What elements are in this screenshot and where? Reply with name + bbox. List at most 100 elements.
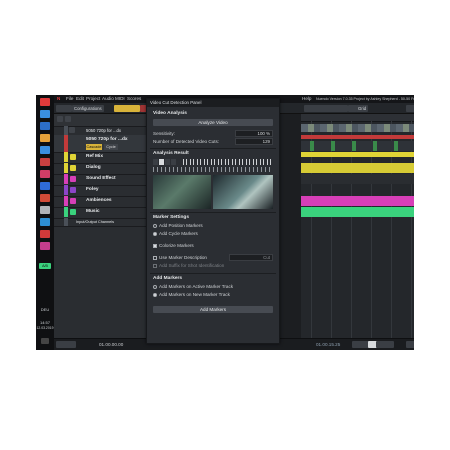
divider — [150, 212, 276, 213]
ab-toggle-icon[interactable] — [64, 341, 76, 348]
colorize-markers-checkbox[interactable] — [153, 244, 157, 248]
app-icon-gray[interactable] — [40, 206, 50, 214]
clock-time: 14:57 — [39, 320, 50, 325]
marker-description-field[interactable]: Cut — [229, 254, 273, 261]
menu-file[interactable]: File — [66, 96, 73, 101]
track-filter-icon[interactable] — [65, 116, 71, 122]
track-color-strip — [64, 196, 68, 206]
app-icon-red[interactable] — [40, 158, 50, 166]
sensitivity-label: Sensitivity: — [153, 131, 175, 136]
suffix-label: Add Suffix for Shot Identification — [159, 263, 225, 268]
add-markers-button[interactable]: Add Markers — [153, 306, 273, 313]
new-marker-track-radio[interactable] — [153, 293, 157, 297]
windows-start-icon[interactable] — [40, 98, 50, 106]
video-thumbnail-lane[interactable] — [301, 124, 414, 132]
cascade-button[interactable]: Cascade — [86, 144, 102, 150]
time-display-right: 01.00.15.25 — [316, 342, 341, 347]
position-markers-label: Add Position Markers — [159, 223, 203, 228]
menu-project[interactable]: Project — [86, 96, 100, 101]
right-zone-toggle-icon[interactable] — [406, 341, 414, 348]
cut-overview-strip[interactable] — [153, 167, 273, 172]
grid-dropdown[interactable]: Grid — [356, 105, 369, 112]
track-mute-button[interactable] — [69, 127, 75, 133]
ref-mix-event[interactable] — [301, 152, 414, 157]
track-name: Music — [86, 209, 100, 214]
folder-icon[interactable] — [70, 187, 76, 193]
menu-scores[interactable]: Scores — [127, 96, 141, 101]
store-icon[interactable] — [40, 146, 50, 154]
automation-mode-button[interactable] — [114, 105, 140, 112]
menu-edit[interactable]: Edit — [76, 96, 84, 101]
menu-midi[interactable]: MIDI — [115, 96, 125, 101]
marker-description-checkbox[interactable] — [153, 256, 157, 260]
app-icon-magenta[interactable] — [40, 242, 50, 250]
timeline-ruler[interactable] — [301, 114, 414, 122]
configurations-dropdown[interactable]: Configurations — [72, 105, 104, 112]
edge-icon[interactable] — [40, 122, 50, 130]
track-name: 5050 720p for ...dx — [86, 137, 128, 142]
add-track-icon[interactable] — [57, 116, 63, 122]
record-icon[interactable] — [384, 341, 394, 348]
app-logo: N — [57, 96, 61, 101]
active-marker-track-radio[interactable] — [153, 285, 157, 289]
cut-timeline-strip[interactable] — [183, 159, 273, 165]
folder-icon[interactable] — [70, 209, 76, 215]
colorize-markers-label: Colorize Markers — [159, 243, 194, 248]
folder-icon[interactable] — [70, 176, 76, 182]
track-name: Dialog — [86, 165, 101, 170]
track-name: Foley — [86, 187, 99, 192]
position-markers-radio[interactable] — [153, 224, 157, 228]
folder-icon[interactable] — [70, 154, 76, 160]
status-chip: A/B — [39, 263, 51, 269]
notification-icon[interactable] — [41, 338, 49, 344]
next-cut-icon[interactable] — [171, 159, 176, 165]
video-analysis-heading: Video Analysis — [153, 111, 187, 116]
ambiences-event[interactable] — [301, 196, 414, 206]
cycle-markers-radio[interactable] — [153, 232, 157, 236]
suffix-checkbox[interactable] — [153, 264, 157, 268]
active-marker-track-label: Add Markers on Active Marker Track — [159, 284, 234, 289]
app-icon-cyan[interactable] — [40, 218, 50, 226]
track-name: Ambiences — [86, 198, 112, 203]
app-icon-pink[interactable] — [40, 170, 50, 178]
video-cut-detection-panel: Video Cut Detection Panel Video Analysis… — [146, 98, 280, 344]
track-row-video-2[interactable]: 5050 720p for ...dx Cascade Cycle — [54, 135, 147, 153]
clock-date: 12.03.2019 — [36, 326, 54, 330]
left-zone-icon[interactable] — [63, 105, 72, 112]
play-cut-icon[interactable] — [159, 159, 164, 165]
search-icon[interactable] — [40, 110, 50, 118]
nuendo-screenshot: A/B DEU 14:57 12.03.2019 N File Edit Pro… — [36, 95, 414, 350]
music-event[interactable] — [301, 207, 414, 217]
folder-icon[interactable] — [70, 198, 76, 204]
cycle-marker-lane[interactable] — [301, 135, 414, 139]
track-color-strip — [64, 126, 68, 135]
menu-help[interactable]: Help — [302, 96, 311, 101]
right-zone-icon[interactable] — [406, 105, 414, 112]
arrangement-area[interactable] — [301, 114, 414, 344]
video-frame-left — [153, 175, 211, 209]
app-icon-orange[interactable] — [40, 194, 50, 202]
menu-audio[interactable]: Audio — [102, 96, 114, 101]
nuendo-icon[interactable] — [40, 230, 50, 238]
stop-cut-icon[interactable] — [165, 159, 170, 165]
cycle-button[interactable]: Cycle — [104, 144, 118, 150]
divider — [150, 148, 276, 149]
folder-icon[interactable] — [70, 165, 76, 171]
zoom-tool-icon[interactable] — [339, 105, 348, 112]
track-color-strip — [64, 174, 68, 184]
detected-cuts-field: 129 — [235, 138, 273, 145]
sensitivity-field[interactable]: 100 % — [235, 130, 273, 137]
folder-icon[interactable] — [40, 134, 50, 142]
video-cut-lane[interactable] — [301, 141, 414, 151]
track-row-io-channels[interactable]: Input/Output Channels — [54, 218, 147, 227]
new-marker-track-label: Add Markers on New Marker Track — [159, 292, 230, 297]
prev-cut-icon[interactable] — [153, 159, 158, 165]
language-indicator[interactable]: DEU — [36, 307, 54, 312]
dialog-event[interactable] — [301, 163, 414, 173]
app-icon-blue[interactable] — [40, 182, 50, 190]
time-display-left: 01.00.00.00 — [99, 342, 124, 347]
sound-effect-lane[interactable] — [301, 174, 414, 184]
analyze-video-button[interactable]: Analyze Video — [153, 119, 273, 126]
marker-settings-heading[interactable]: Marker Settings — [153, 215, 189, 220]
analysis-result-heading[interactable]: Analysis Result — [153, 151, 189, 156]
